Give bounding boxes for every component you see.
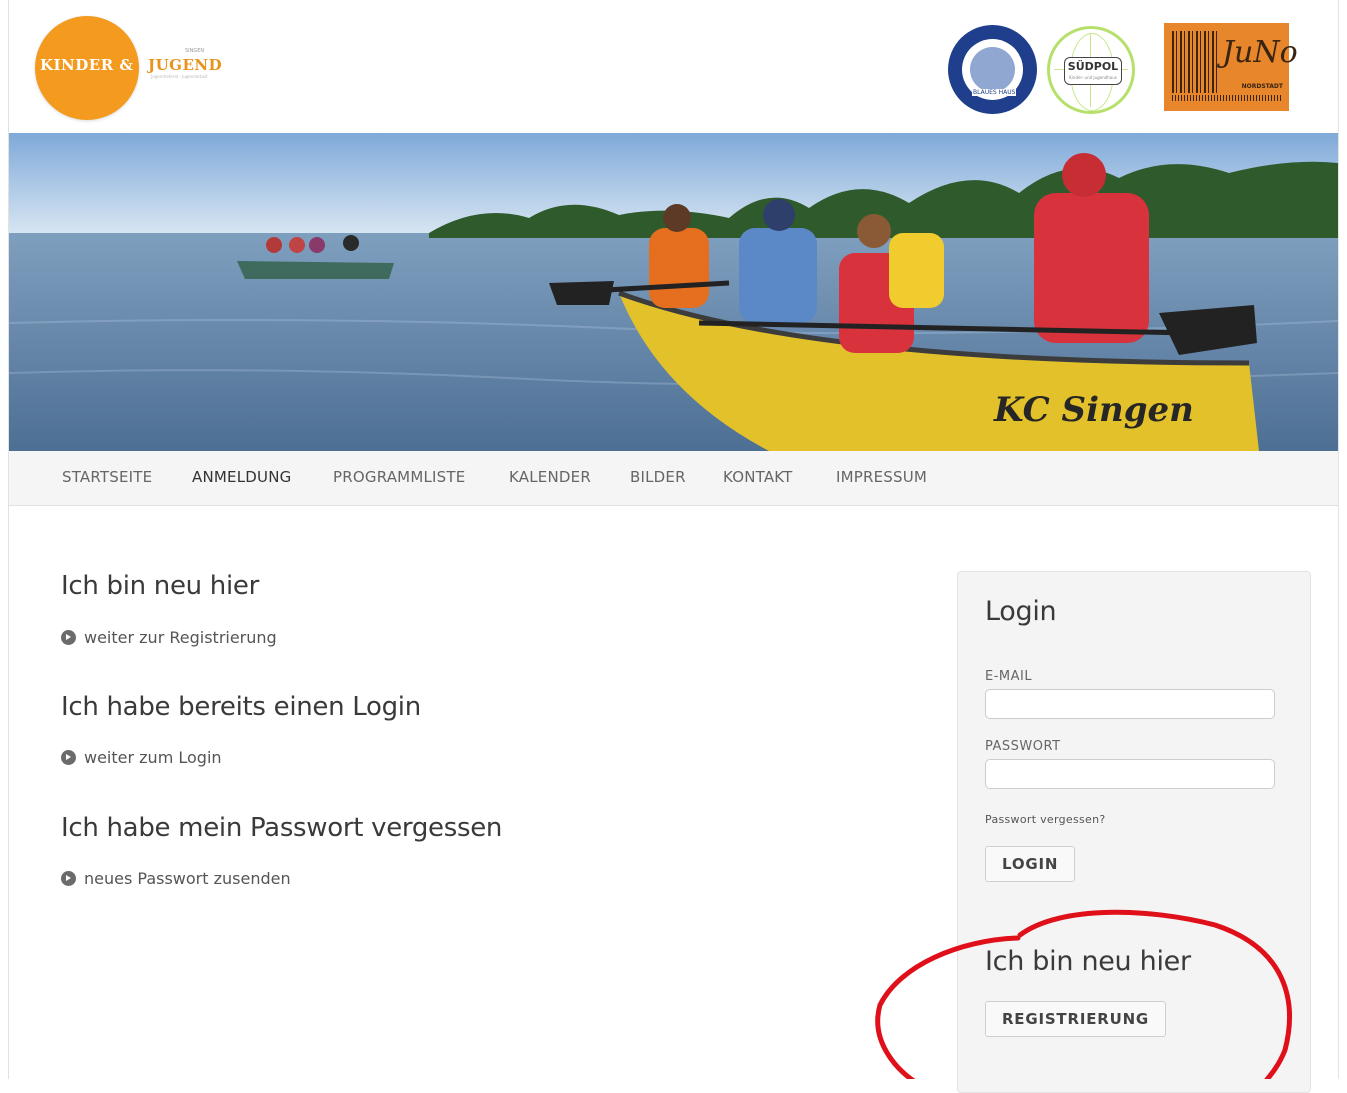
hero-photo-canoes: KC Singen [9, 133, 1338, 451]
suedpol-label: SÜDPOL Kinder- und Jugendhaus [1064, 57, 1122, 85]
blaues-haus-inner [970, 47, 1015, 92]
partner-logo-blaues-haus[interactable]: BLAUES HAUS [948, 25, 1037, 114]
logo-text-small-top: SINGEN [185, 48, 205, 54]
arrow-circle-icon [61, 630, 76, 645]
login-button[interactable]: LOGIN [985, 846, 1076, 882]
juno-script-text: JuNo [1222, 35, 1298, 70]
link-registration-label: weiter zur Registrierung [84, 628, 277, 647]
hero-image: KC Singen [9, 133, 1338, 451]
partner-label-suedpol: SÜDPOL [1067, 60, 1119, 73]
link-login-label: weiter zum Login [84, 748, 222, 767]
logo-text-jugend: JUGEND [148, 56, 223, 74]
site-logo[interactable]: KINDER & SINGEN JUGEND Jugendreferat · J… [9, 0, 239, 133]
nav-item-kalender[interactable]: KALENDER [509, 468, 591, 486]
main-navigation: STARTSEITE ANMELDUNG PROGRAMMLISTE KALEN… [9, 451, 1338, 506]
partner-logo-suedpol[interactable]: SÜDPOL Kinder- und Jugendhaus [1047, 26, 1135, 114]
link-login[interactable]: weiter zum Login [61, 748, 222, 767]
arrow-circle-icon [61, 750, 76, 765]
password-field[interactable] [985, 759, 1275, 789]
login-sidebar: Login E-MAIL PASSWORT Passwort vergessen… [957, 571, 1311, 1093]
forgot-password-link[interactable]: Passwort vergessen? [985, 813, 1106, 826]
partner-logo-juno[interactable]: JuNo NORDSTADT [1164, 23, 1298, 111]
register-button[interactable]: REGISTRIERUNG [985, 1001, 1166, 1037]
link-new-password[interactable]: neues Passwort zusenden [61, 869, 291, 888]
link-new-password-label: neues Passwort zusenden [84, 869, 291, 888]
link-registration[interactable]: weiter zur Registrierung [61, 628, 277, 647]
nav-item-programmliste[interactable]: PROGRAMMLISTE [333, 468, 465, 486]
email-field[interactable] [985, 689, 1275, 719]
nav-item-kontakt[interactable]: KONTAKT [723, 468, 793, 486]
partner-sublabel-suedpol: Kinder- und Jugendhaus [1069, 75, 1117, 80]
section-heading-forgot: Ich habe mein Passwort vergessen [61, 813, 503, 843]
new-here-title: Ich bin neu hier [985, 946, 1191, 977]
section-heading-new: Ich bin neu hier [61, 571, 259, 601]
boat-lettering: KC Singen [993, 390, 1194, 430]
page-border-right [1338, 0, 1339, 1079]
nav-item-startseite[interactable]: STARTSEITE [62, 468, 152, 486]
partner-label-blau: BLAUES HAUS [972, 89, 1017, 96]
nav-item-impressum[interactable]: IMPRESSUM [836, 468, 927, 486]
password-label: PASSWORT [985, 739, 1061, 754]
section-heading-login: Ich habe bereits einen Login [61, 692, 421, 722]
logo-text-small-bottom: Jugendreferat · Jugendarbeit [151, 74, 208, 79]
site-header: KINDER & SINGEN JUGEND Jugendreferat · J… [9, 0, 1338, 133]
nav-item-bilder[interactable]: BILDER [630, 468, 686, 486]
juno-barcode-strip [1172, 95, 1283, 101]
arrow-circle-icon [61, 871, 76, 886]
login-title: Login [985, 596, 1057, 627]
logo-text-kinder: KINDER & [40, 56, 134, 74]
nav-item-anmeldung[interactable]: ANMELDUNG [192, 468, 291, 486]
email-label: E-MAIL [985, 669, 1033, 684]
barcode-icon [1172, 31, 1220, 93]
juno-nordstadt-text: NORDSTADT [1241, 83, 1283, 90]
